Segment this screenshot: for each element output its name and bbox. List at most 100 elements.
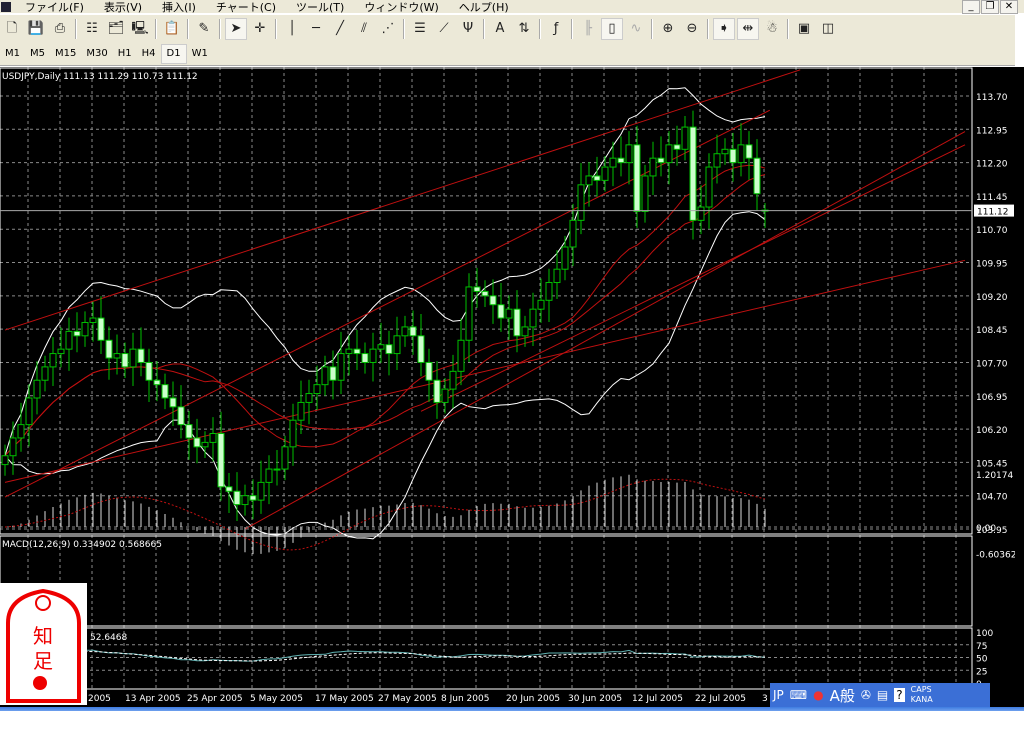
candle-body [329, 366, 337, 381]
period-icon[interactable]: ▣ [793, 18, 815, 40]
arrows-icon[interactable]: ⇅ [513, 18, 535, 40]
menu-6[interactable]: ヘルプ(H) [449, 0, 519, 15]
candle-body [617, 157, 625, 164]
new-chart-icon[interactable]: 🗋 [1, 18, 23, 40]
menu-5[interactable]: ウィンドウ(W) [354, 0, 448, 15]
navigator-icon[interactable]: 🗂 [105, 18, 127, 40]
expert-advisor-icon[interactable]: ✎ [193, 18, 215, 40]
zoom-in-icon[interactable]: ⊕ [657, 18, 679, 40]
candle-body [529, 308, 537, 328]
minimize-button[interactable]: _ [962, 0, 980, 14]
timeframe-M5[interactable]: M5 [25, 45, 50, 63]
menu-1[interactable]: 表示(V) [94, 0, 152, 15]
help-icon[interactable]: ? [894, 688, 905, 702]
seal-stamp-logo: 知 足 [0, 583, 87, 705]
template-icon[interactable]: ◫ [817, 18, 839, 40]
candle-body [321, 366, 329, 386]
candle-body [105, 339, 113, 359]
toolbar-separator [187, 19, 189, 39]
timeframe-D1[interactable]: D1 [160, 44, 187, 64]
timeframe-H4[interactable]: H4 [137, 45, 161, 63]
dictionary-icon[interactable]: ▤ [877, 688, 888, 702]
candle-body [345, 348, 353, 355]
timeframe-H1[interactable]: H1 [113, 45, 137, 63]
timeframe-M1[interactable]: M1 [0, 45, 25, 63]
save-icon[interactable]: 💾 [25, 18, 47, 40]
menu-bar: ファイル(F) 表示(V) 挿入(I) チャート(C) ツール(T) ウィンドウ(W) ヘル… [0, 0, 1024, 15]
vertical-line-icon[interactable]: │ [281, 18, 303, 40]
toolbar-separator [219, 19, 221, 39]
timeframe-W1[interactable]: W1 [187, 45, 213, 63]
menu-0[interactable]: ファイル(F) [15, 0, 94, 15]
ime-pad-icon[interactable]: ● [813, 688, 823, 702]
experts-icon[interactable]: ☃ [761, 18, 783, 40]
candle-body [681, 126, 689, 150]
candle-body [641, 175, 649, 212]
candle-body [209, 433, 217, 443]
fib-fan-icon[interactable]: ⟋ [433, 18, 455, 40]
bar-chart-icon[interactable]: ╟ [577, 18, 599, 40]
menu-4[interactable]: ツール(T) [286, 0, 354, 15]
keyboard-icon[interactable]: ⌨ [790, 688, 807, 702]
tester-icon[interactable]: 📋 [161, 18, 183, 40]
tools-icon[interactable]: ✇ [861, 688, 871, 702]
candle-body [449, 370, 457, 390]
candle-body [217, 433, 225, 488]
fibonacci-icon[interactable]: ☰ [409, 18, 431, 40]
app-icon[interactable] [1, 1, 11, 12]
date-axis-label: 13 Apr 2005 [125, 694, 181, 704]
terminal-icon[interactable]: 🖳 [129, 18, 151, 40]
crosshair-icon[interactable]: ✛ [249, 18, 271, 40]
zoom-out-icon[interactable]: ⊖ [681, 18, 703, 40]
candle-body [625, 144, 633, 164]
close-button[interactable]: ✕ [1000, 0, 1018, 14]
candle-body [465, 286, 473, 341]
language-bar[interactable]: JP ⌨ ● A般 ✇ ▤ ? CAPS KANA [770, 683, 990, 707]
line-chart-icon[interactable]: ∿ [625, 18, 647, 40]
restore-button[interactable]: ❐ [981, 0, 999, 14]
chart-canvas[interactable]: 113.70 112.95 112.20 111.45 110.70 109.95 109.… [0, 67, 1016, 707]
input-mode[interactable]: A般 [830, 685, 855, 706]
gann-fan-icon[interactable]: ⋰ [377, 18, 399, 40]
functions-icon[interactable]: ƒ [545, 18, 567, 40]
auto-scroll-icon[interactable]: ➧ [713, 18, 735, 40]
price-tick-label: 105.45 [976, 459, 1008, 469]
candle-body [433, 379, 441, 403]
candle-body [233, 490, 241, 506]
caps-kana-indicators: CAPS KANA [911, 685, 933, 705]
candle-body [481, 290, 489, 297]
price-tick-label: 109.95 [976, 260, 1008, 270]
market-watch-icon[interactable]: ☷ [81, 18, 103, 40]
candle-body [737, 144, 745, 164]
timeframe-M30[interactable]: M30 [81, 45, 112, 63]
candle-body [177, 406, 185, 426]
candle-body [697, 206, 705, 221]
trendline-icon[interactable]: ╱ [329, 18, 351, 40]
language-indicator[interactable]: JP [773, 688, 784, 702]
price-tick-label: 104.70 [976, 493, 1008, 503]
timeframe-M15[interactable]: M15 [50, 45, 81, 63]
candle-body [257, 481, 265, 501]
candle-body [33, 379, 41, 399]
bollinger-upper-band [4, 87, 766, 456]
equidistant-channel-icon[interactable]: ⫽ [353, 18, 375, 40]
candle-body [41, 366, 49, 381]
print-icon[interactable]: ⎙ [49, 18, 71, 40]
date-axis-label: 27 May 2005 [378, 694, 437, 704]
candlestick-icon[interactable]: ▯ [601, 18, 623, 40]
candle-body [561, 246, 569, 270]
menu-2[interactable]: 挿入(I) [152, 0, 206, 15]
toolbar-separator [155, 19, 157, 39]
horizontal-line-icon[interactable]: ─ [305, 18, 327, 40]
candle-body [137, 348, 145, 363]
menu-3[interactable]: チャート(C) [206, 0, 286, 15]
candle-body [489, 295, 497, 306]
candle-body [249, 495, 257, 501]
chart-shift-icon[interactable]: ⇹ [737, 18, 759, 40]
andrews-pitchfork-icon[interactable]: Ψ [457, 18, 479, 40]
text-icon[interactable]: A [489, 18, 511, 40]
oscillator-tick-label: 75 [976, 642, 987, 652]
cursor-icon[interactable]: ➤ [225, 18, 247, 40]
main-panel-border [0, 67, 973, 535]
chart-window[interactable]: 113.70 112.95 112.20 111.45 110.70 109.95 109.… [0, 67, 1016, 707]
